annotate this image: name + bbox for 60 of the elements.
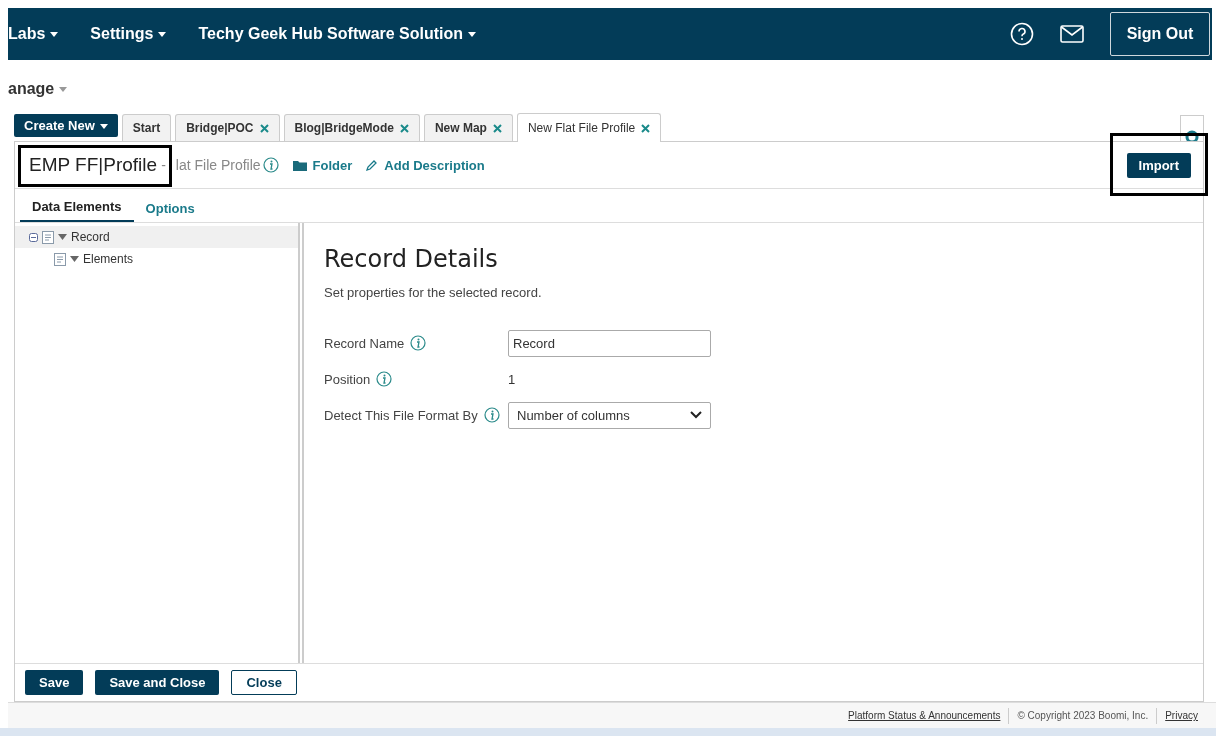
- caret-icon: [158, 32, 167, 38]
- close-icon[interactable]: [641, 123, 651, 133]
- field-label: Record Name: [324, 335, 405, 351]
- editor-tab[interactable]: Start: [121, 114, 172, 141]
- info-icon: [483, 407, 500, 423]
- format-dropdown[interactable]: Number of columns: [508, 401, 711, 429]
- expanded-arrow-icon[interactable]: [58, 233, 67, 241]
- caret-icon: [468, 32, 477, 38]
- create-new-button[interactable]: Create New: [14, 114, 118, 137]
- nav-menu-item[interactable]: Techy Geek Hub Software Solution: [198, 25, 477, 43]
- section-description: Set properties for the selected record.: [324, 285, 543, 300]
- field-label: Position: [324, 371, 371, 387]
- privacy-link[interactable]: Privacy: [1165, 710, 1198, 721]
- primary-button[interactable]: Save and Close: [95, 670, 220, 695]
- nav-menu-item[interactable]: Labs: [8, 25, 59, 43]
- mail-icon[interactable]: [1060, 25, 1084, 43]
- add-description-link[interactable]: Add Description: [366, 157, 485, 173]
- gear-icon: [1185, 129, 1199, 141]
- breadcrumb-menu[interactable]: anage: [8, 80, 68, 97]
- editor-tab[interactable]: New Map: [423, 114, 513, 141]
- editor-tab[interactable]: Bridge|POC: [175, 114, 280, 141]
- profile-title: EMP FF|Profile: [29, 154, 158, 176]
- caret-icon: [59, 87, 68, 93]
- close-icon[interactable]: [492, 123, 502, 133]
- expanded-arrow-icon[interactable]: [70, 255, 79, 263]
- status-link[interactable]: Platform Status & Announcements: [848, 710, 1001, 721]
- position-value: 1: [508, 371, 516, 387]
- import-button[interactable]: Import: [1126, 152, 1191, 178]
- pencil-icon: [366, 159, 379, 171]
- caret-icon: [99, 124, 108, 130]
- secondary-button[interactable]: Close: [231, 670, 297, 695]
- section-heading: Record Details: [324, 245, 499, 273]
- folder-icon: [292, 159, 307, 171]
- separator-text: -: [161, 157, 166, 173]
- info-icon: [410, 335, 427, 351]
- folder-link[interactable]: Folder: [292, 157, 353, 173]
- document-icon: [54, 252, 66, 266]
- chevron-down-icon: [690, 411, 702, 419]
- profile-type: lat File Profile: [175, 157, 261, 173]
- editor-tab[interactable]: New Flat File Profile: [516, 113, 662, 142]
- close-icon[interactable]: [259, 123, 269, 133]
- tree-item[interactable]: Record: [15, 226, 298, 248]
- editor-tab[interactable]: Blog|BridgeMode: [283, 114, 420, 141]
- caret-icon: [50, 32, 59, 38]
- sub-tab[interactable]: Options: [133, 201, 207, 222]
- settings-tab[interactable]: [1180, 115, 1204, 141]
- record-name-field[interactable]: Record: [508, 329, 711, 357]
- info-icon: [262, 157, 279, 173]
- collapse-icon[interactable]: [29, 232, 38, 242]
- copyright-text: © Copyright 2023 Boomi, Inc.: [1017, 710, 1149, 721]
- sign-out-button[interactable]: Sign Out: [1110, 12, 1210, 56]
- help-icon[interactable]: [1010, 22, 1034, 46]
- document-icon: [42, 230, 54, 244]
- tree-item[interactable]: Elements: [15, 248, 298, 270]
- nav-menu-item[interactable]: Settings: [90, 25, 167, 43]
- close-icon[interactable]: [399, 123, 409, 133]
- sub-tab[interactable]: Data Elements: [20, 199, 134, 222]
- info-icon: [376, 371, 393, 387]
- field-label: Detect This File Format By: [324, 407, 478, 423]
- primary-button[interactable]: Save: [25, 670, 84, 695]
